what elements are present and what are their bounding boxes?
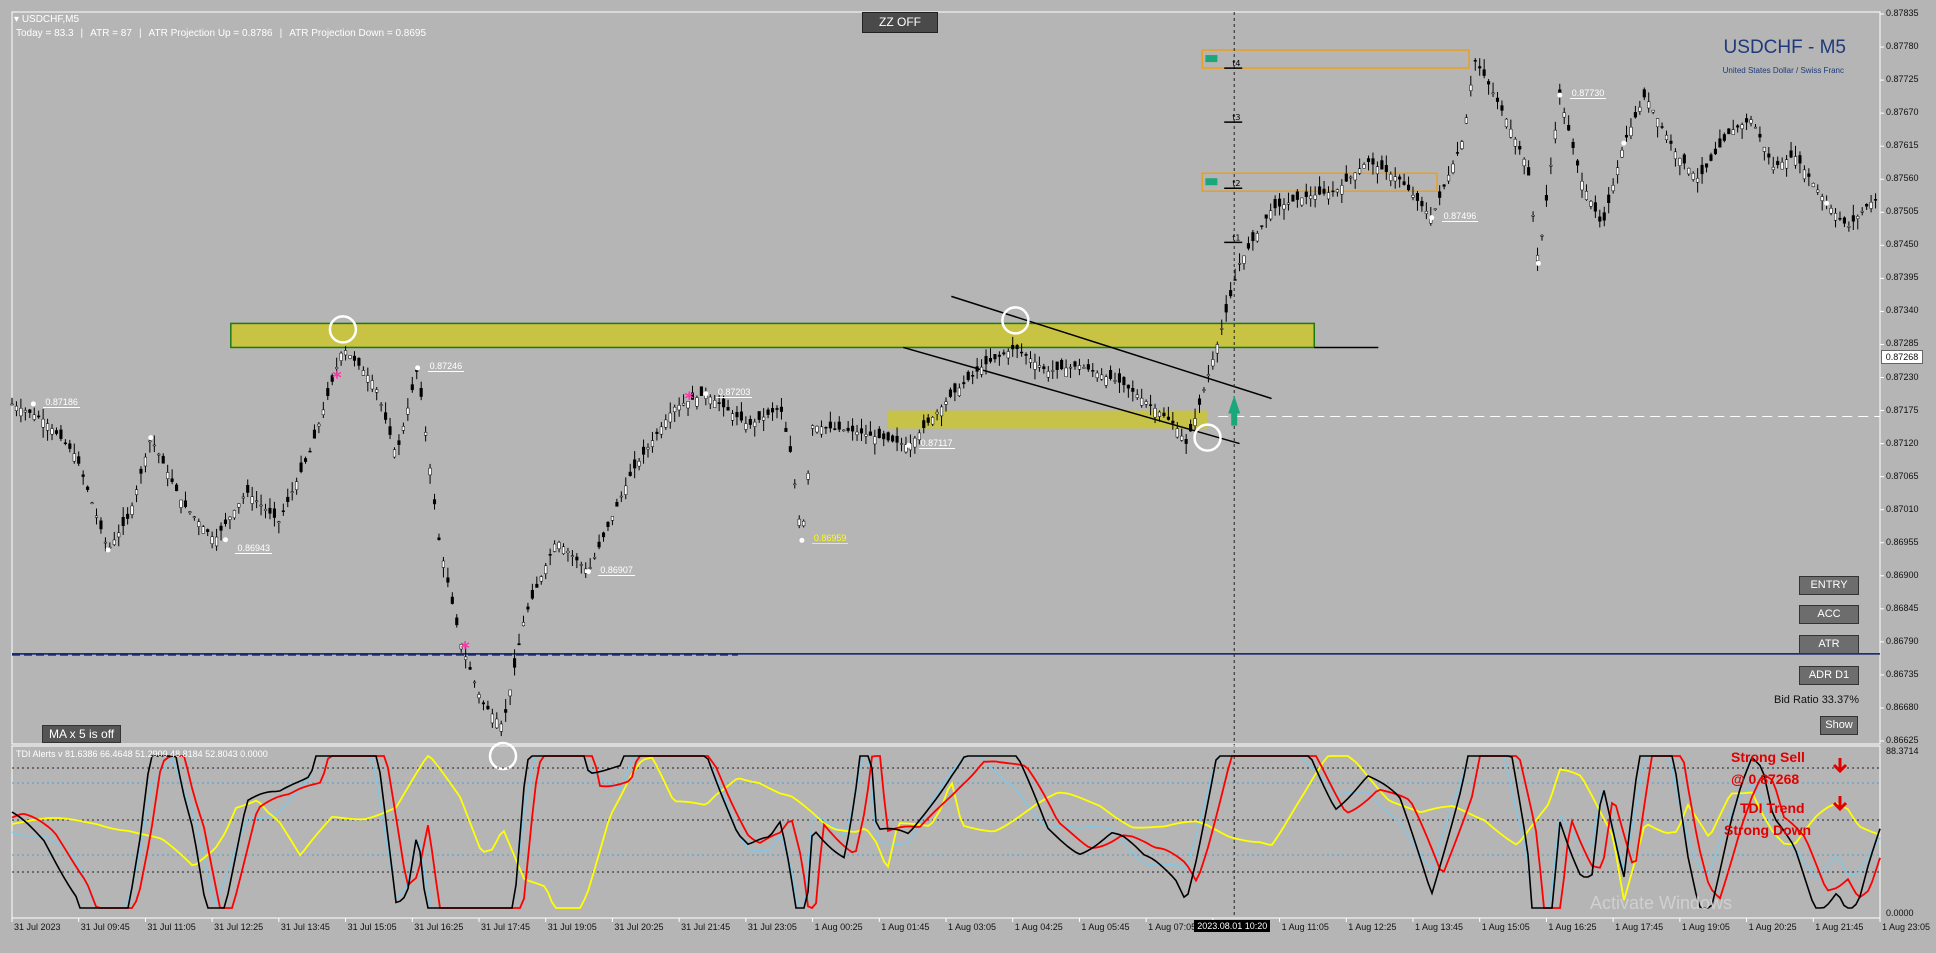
time-axis-label: 31 Jul 2023 [14,922,61,932]
time-axis-label: 1 Aug 17:45 [1615,922,1664,932]
time-axis-label: 1 Aug 07:05 [1148,922,1197,932]
price-axis-label: 0.87725 [1886,74,1919,85]
price-tag: 0.87246 [427,360,465,372]
time-axis-label: 31 Jul 15:05 [347,922,397,932]
price-tag: 0.86959 [811,533,849,545]
price-axis-label: 0.87065 [1886,470,1919,481]
time-axis-label: 31 Jul 20:25 [614,922,664,932]
price-axis-label: 0.86625 [1886,735,1919,745]
price-axis-label: 0.87340 [1886,305,1919,316]
activate-windows-watermark: Activate Windows [1590,893,1733,913]
indicator-axis-bottom: 0.0000 [1886,908,1914,918]
time-axis-label: 1 Aug 04:25 [1014,922,1063,932]
current-price-marker: 0.87268 [1881,350,1923,364]
price-axis-label: 0.87835 [1886,8,1919,18]
time-axis-label: 1 Aug 05:45 [1081,922,1130,932]
price-axis-label: 0.87505 [1886,206,1919,217]
time-axis-label: 1 Aug 21:45 [1815,922,1864,932]
price-tag: 0.86907 [598,564,635,576]
price-axis-label: 0.87395 [1886,272,1919,283]
price-axis-label: 0.87615 [1886,140,1919,151]
indicator-axis-top: 88.3714 [1886,746,1919,756]
time-axis-label: 1 Aug 12:25 [1348,922,1397,932]
time-axis-label: 31 Jul 12:25 [214,922,264,932]
time-axis-label: 1 Aug 16:25 [1548,922,1597,932]
price-tag: 0.87730 [1569,88,1607,100]
time-axis [11,918,1881,922]
price-axis-label: 0.86735 [1886,668,1919,679]
time-axis-label: 1 Aug 15:05 [1481,922,1530,932]
time-axis-label: 1 Aug 13:45 [1415,922,1464,932]
time-axis-label: 1 Aug 01:45 [881,922,930,932]
time-axis-label: 31 Jul 09:45 [80,922,130,932]
price-axis-label: 0.87450 [1886,239,1919,250]
time-axis-label: 31 Jul 21:45 [681,922,731,932]
time-axis-label: 1 Aug 11:05 [1281,922,1329,932]
time-axis-label: 31 Jul 16:25 [414,922,464,932]
price-axis-label: 0.87120 [1886,437,1919,448]
price-tag: 0.86943 [235,542,273,554]
time-axis-label: 1 Aug 19:05 [1681,922,1730,932]
price-axis-label: 0.87285 [1886,338,1919,349]
time-axis-label: 31 Jul 19:05 [547,922,597,932]
price-tag: 0.87117 [918,438,955,450]
price-tag: 0.87496 [1441,210,1479,222]
time-axis-label: 1 Aug 03:05 [948,922,997,932]
time-axis-label: 1 Aug 00:25 [814,922,863,932]
price-tag: 0.87203 [715,386,753,398]
price-axis-label: 0.87175 [1886,404,1919,415]
time-axis-label: 31 Jul 11:05 [147,922,196,932]
time-axis-label: 31 Jul 23:05 [747,922,797,932]
price-axis-label: 0.86955 [1886,536,1919,547]
time-axis-label: 31 Jul 17:45 [481,922,531,932]
time-cursor-label: 2023.08.01 10:20 [1194,920,1271,932]
price-axis-label: 0.87670 [1886,107,1919,118]
price-axis-label: 0.87010 [1886,503,1919,514]
price-axis-label: 0.87230 [1886,371,1919,382]
time-axis-label: 1 Aug 20:25 [1748,922,1797,932]
time-axis-label: 1 Aug 23:05 [1882,922,1931,932]
price-axis-label: 0.86680 [1886,701,1919,712]
price-axis-label: 0.86790 [1886,635,1919,646]
price-axis-label: 0.87560 [1886,173,1919,184]
price-tag: 0.87186 [43,396,80,408]
price-axis-label: 0.86845 [1886,602,1919,613]
time-axis-label: 31 Jul 13:45 [280,922,330,932]
price-axis-label: 0.87780 [1886,41,1919,52]
price-axis-label: 0.86900 [1886,569,1919,580]
